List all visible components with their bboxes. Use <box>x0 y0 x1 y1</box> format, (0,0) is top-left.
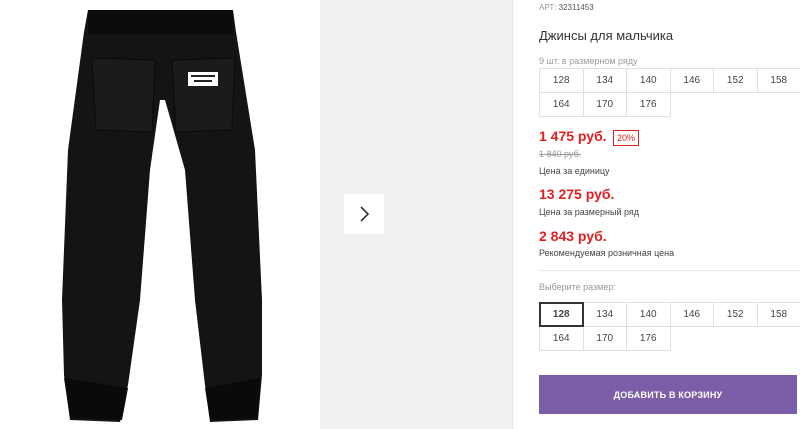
pack-size-cell: 146 <box>669 68 714 93</box>
retail-price-label: Рекомендуемая розничная цена <box>539 248 675 258</box>
size-option-selected[interactable]: 128 <box>539 302 584 327</box>
pack-size-grid: 128 134 140 146 152 158 164 170 176 <box>539 68 800 117</box>
divider <box>539 270 800 271</box>
pack-size-cell: 176 <box>626 92 671 117</box>
size-option[interactable]: 152 <box>713 302 758 327</box>
choose-size-label: Выберите размер: <box>539 282 616 292</box>
pack-size-cell: 134 <box>582 68 627 93</box>
size-selector: 128 134 140 146 152 158 164 170 176 <box>539 302 800 351</box>
divider <box>512 0 513 429</box>
size-option[interactable]: 176 <box>626 326 671 351</box>
pack-size-cell: 152 <box>713 68 758 93</box>
chevron-right-icon <box>360 206 370 222</box>
pack-size-note: 9 шт. в размерном ряду <box>539 56 638 66</box>
size-option[interactable]: 140 <box>626 302 671 327</box>
unit-price-label: Цена за единицу <box>539 166 610 176</box>
pack-price-label: Цена за размерный ряд <box>539 207 640 217</box>
product-photo-main[interactable] <box>0 0 320 429</box>
pack-size-cell: 128 <box>539 68 584 93</box>
pack-price: 13 275 руб. <box>539 186 615 202</box>
product-photo-secondary <box>320 0 512 429</box>
product-title: Джинсы для мальчика <box>539 28 674 43</box>
size-option[interactable]: 170 <box>582 326 627 351</box>
pack-size-cell: 158 <box>756 68 800 93</box>
size-option[interactable]: 158 <box>756 302 800 327</box>
pack-size-cell: 140 <box>626 68 671 93</box>
gallery-next-button[interactable] <box>344 194 384 234</box>
retail-price: 2 843 руб. <box>539 228 607 244</box>
old-price: 1 840 руб. <box>539 149 582 159</box>
pack-size-cell: 170 <box>582 92 627 117</box>
jeans-back-image <box>62 10 262 422</box>
article-label: АРТ: <box>539 3 557 12</box>
size-option[interactable]: 134 <box>582 302 627 327</box>
pack-size-cell: 164 <box>539 92 584 117</box>
discount-badge: 20% <box>613 130 640 146</box>
size-option[interactable]: 164 <box>539 326 584 351</box>
unit-price: 1 475 руб. <box>539 128 607 144</box>
article-number: АРТ: 32311453 <box>539 3 594 12</box>
article-value: 32311453 <box>558 3 594 12</box>
add-to-cart-button[interactable]: ДОБАВИТЬ В КОРЗИНУ <box>539 375 797 414</box>
product-gallery <box>0 0 512 429</box>
size-option[interactable]: 146 <box>669 302 714 327</box>
